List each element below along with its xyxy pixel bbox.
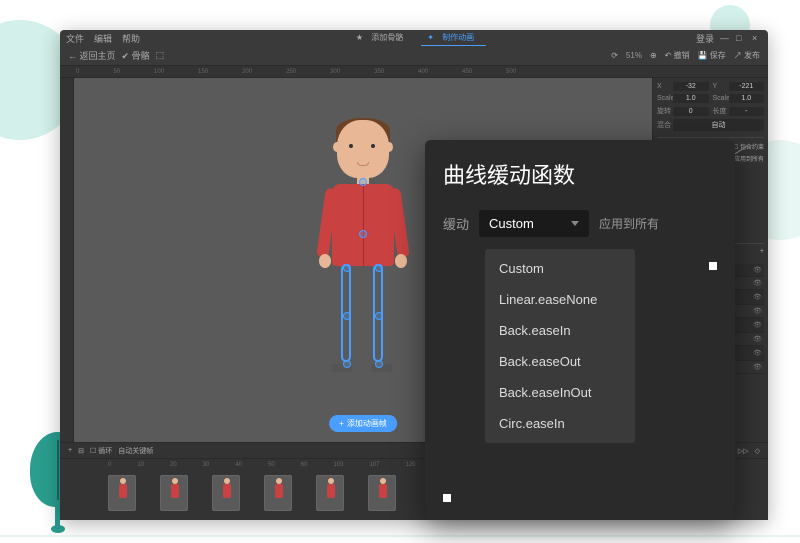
curve-handle[interactable] [443, 494, 451, 502]
refresh-icon[interactable]: ⟳ [611, 51, 618, 60]
prop-scalex[interactable]: 1.0 [673, 94, 709, 103]
ease-select[interactable]: Custom [479, 210, 589, 237]
add-action-icon[interactable]: + [760, 248, 764, 258]
tab-make-anim[interactable]: ✦ 制作动画 [421, 30, 486, 46]
bone-joint[interactable] [359, 230, 367, 238]
login-link[interactable]: 登录 [696, 32, 714, 45]
ease-option[interactable]: Custom [485, 253, 635, 284]
visibility-icon[interactable]: 👁 [753, 307, 761, 315]
add-frame-button[interactable]: + 添加动画帧 [329, 415, 397, 432]
ruler-vertical [60, 78, 74, 442]
keyframe-thumb[interactable] [264, 475, 292, 511]
prop-blend[interactable]: 自动 [673, 119, 764, 131]
bone-joint[interactable] [375, 360, 383, 368]
prop-rotation[interactable]: 0 [673, 107, 709, 116]
prop-x[interactable]: -32 [673, 82, 709, 91]
save-button[interactable]: 💾 保存 [698, 50, 726, 61]
ease-option[interactable]: Back.easeOut [485, 346, 635, 377]
tool-icon[interactable]: ⬚ [156, 50, 165, 61]
ease-option[interactable]: Back.easeIn [485, 315, 635, 346]
apply-all-button[interactable]: 应用到所有 [599, 215, 659, 232]
menu-file[interactable]: 文件 [66, 32, 84, 45]
visibility-icon[interactable]: 👁 [753, 335, 761, 343]
bone-joint[interactable] [343, 360, 351, 368]
apply-all-link[interactable]: 应用到所有 [734, 154, 764, 163]
tab-add-bone[interactable]: ★ 添加骨骼 [350, 30, 415, 46]
timeline-add-icon[interactable]: + [68, 447, 72, 454]
ease-option[interactable]: Circ.easeIn [485, 408, 635, 439]
next-frame-icon[interactable]: ▷▷ [738, 447, 749, 455]
prop-y[interactable]: -221 [729, 82, 765, 91]
publish-button[interactable]: ↗ 发布 [734, 50, 760, 61]
visibility-icon[interactable]: 👁 [753, 266, 761, 274]
toolbar: ← 返回主页 ✔ 骨骼 ⬚ ⟳ 51% ⊕ ↶ 撤销 💾 保存 ↗ 发布 [60, 46, 768, 66]
ruler-horizontal: 050100150200250300350400450500 [60, 66, 768, 78]
ease-option[interactable]: Linear.easeNone [485, 284, 635, 315]
visibility-icon[interactable]: 👁 [753, 293, 761, 301]
chevron-down-icon [571, 221, 579, 226]
autokey-toggle[interactable]: 自动关键帧 [118, 446, 153, 456]
popup-title: 曲线缓动函数 [443, 158, 717, 190]
back-button[interactable]: ← 返回主页 [68, 49, 116, 62]
prop-length[interactable]: - [729, 107, 765, 116]
visibility-icon[interactable]: 👁 [753, 363, 761, 371]
prop-scaley[interactable]: 1.0 [729, 94, 765, 103]
titlebar: 文件 编辑 帮助 ★ 添加骨骼 ✦ 制作动画 登录 — □ × [60, 30, 768, 46]
bone-joint[interactable] [375, 264, 383, 272]
menu-edit[interactable]: 编辑 [94, 32, 112, 45]
close-icon[interactable]: × [752, 33, 762, 43]
record-icon[interactable]: ◇ [755, 447, 760, 455]
curve-editor[interactable] [443, 442, 717, 502]
minimize-icon[interactable]: — [720, 33, 730, 43]
ease-dropdown: Custom Linear.easeNone Back.easeIn Back.… [485, 249, 635, 443]
bone-joint[interactable] [375, 312, 383, 320]
undo-button[interactable]: ↶ 撤销 [665, 50, 690, 61]
visibility-icon[interactable]: 👁 [753, 279, 761, 287]
keyframe-thumb[interactable] [212, 475, 240, 511]
search-icon[interactable]: ⊕ [650, 51, 657, 60]
curve-handle[interactable] [709, 262, 717, 270]
bone-joint[interactable] [343, 264, 351, 272]
easing-popup: 曲线缓动函数 缓动 Custom 应用到所有 Custom Linear.eas… [425, 140, 735, 520]
maximize-icon[interactable]: □ [736, 33, 746, 43]
visibility-icon[interactable]: 👁 [753, 349, 761, 357]
visibility-icon[interactable]: 👁 [753, 321, 761, 329]
keyframe-thumb[interactable] [160, 475, 188, 511]
ease-label: 缓动 [443, 214, 469, 233]
timeline-collapse-icon[interactable]: ⊟ [78, 447, 84, 455]
bone-joint[interactable] [359, 178, 367, 186]
loop-toggle[interactable]: ☐ 循环 [90, 446, 112, 456]
ease-option[interactable]: Back.easeInOut [485, 377, 635, 408]
menu-help[interactable]: 帮助 [122, 32, 140, 45]
character-rig[interactable] [293, 120, 433, 400]
keyframe-thumb[interactable] [368, 475, 396, 511]
keyframe-thumb[interactable] [108, 475, 136, 511]
bone-joint[interactable] [343, 312, 351, 320]
bone-toggle[interactable]: ✔ 骨骼 [122, 49, 150, 62]
zoom-level[interactable]: 51% [626, 51, 642, 60]
keyframe-thumb[interactable] [316, 475, 344, 511]
